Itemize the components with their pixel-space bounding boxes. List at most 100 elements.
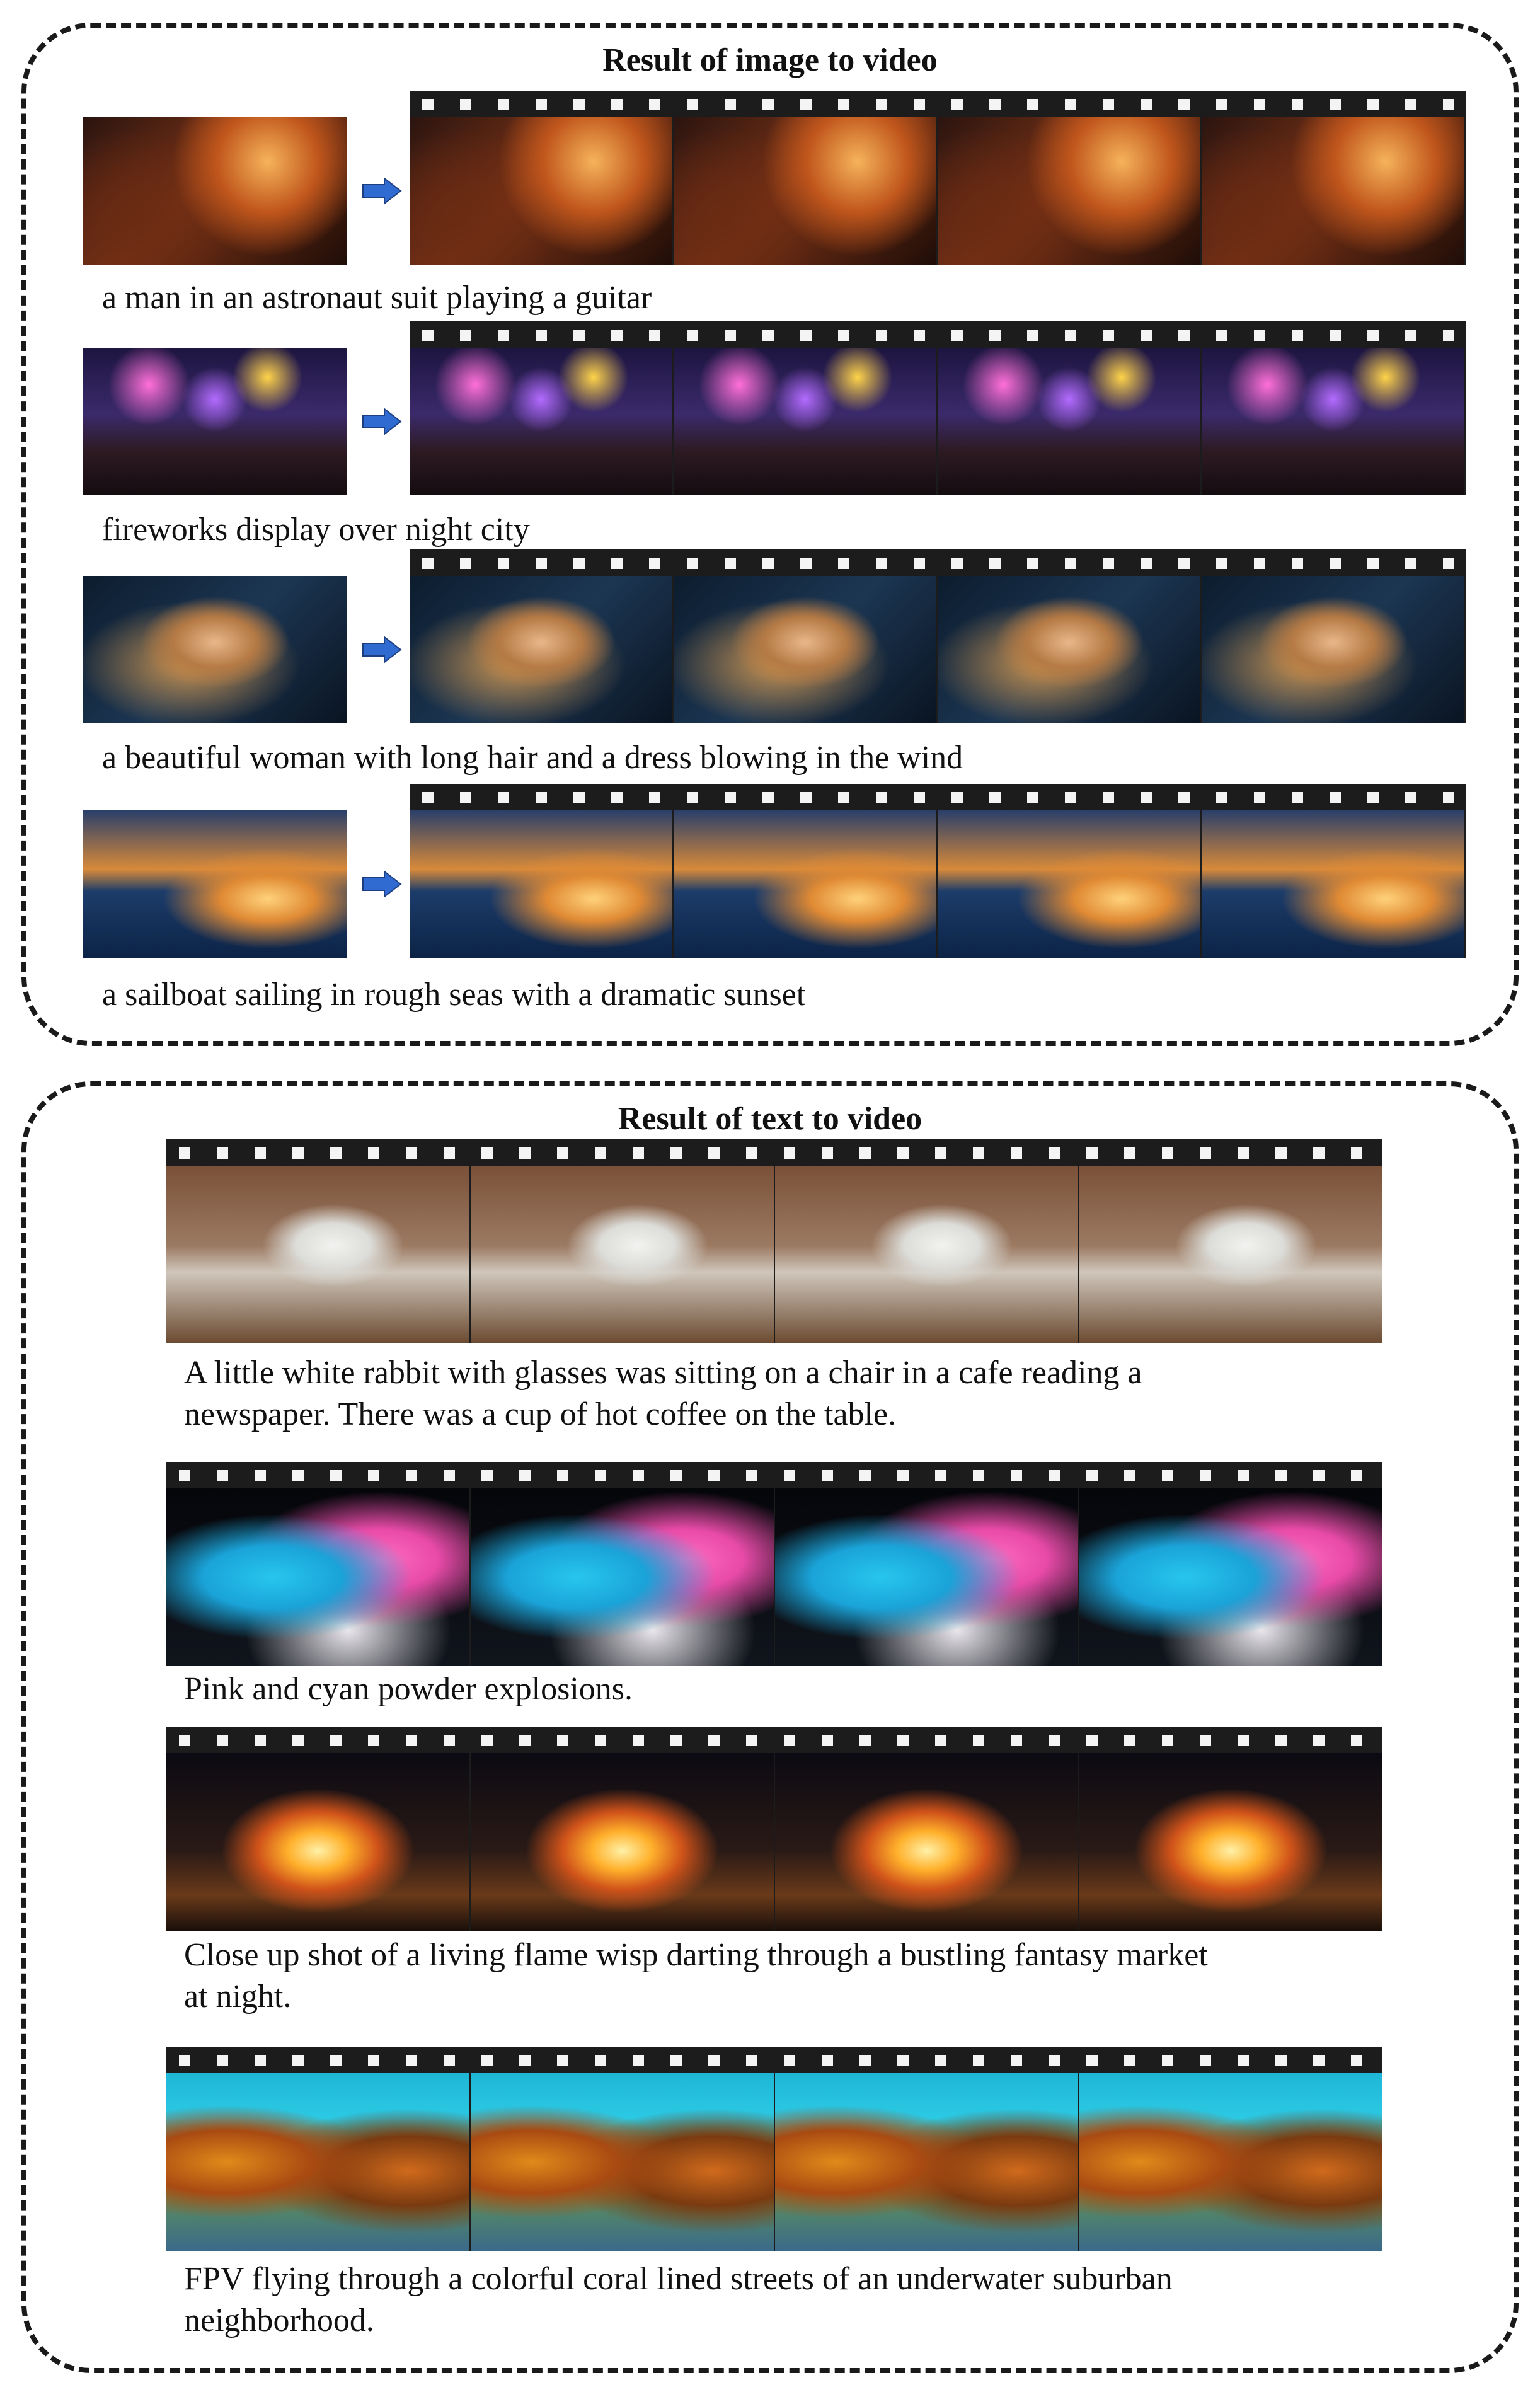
flame-scene-image <box>471 1753 774 1931</box>
input-image <box>83 810 347 958</box>
astronaut-scene-image <box>938 117 1200 265</box>
video-frame <box>1202 117 1464 265</box>
video-frame <box>775 1166 1078 1343</box>
video-frame <box>938 576 1200 723</box>
video-frame <box>410 117 672 265</box>
woman-scene-image <box>1202 576 1464 723</box>
woman-scene-image <box>410 576 672 723</box>
flame-scene-image <box>166 1753 469 1931</box>
woman-scene-image <box>83 576 347 723</box>
fireworks-scene-image <box>674 348 936 495</box>
flame-scene-image <box>1079 1753 1382 1931</box>
caption: a sailboat sailing in rough seas with a … <box>102 977 806 1013</box>
caption: FPV flying through a colorful coral line… <box>184 2261 1173 2338</box>
video-frame <box>1202 348 1464 495</box>
video-frame <box>938 348 1200 495</box>
film-strip <box>166 1139 1382 1343</box>
rabbit-scene-image <box>775 1166 1078 1343</box>
film-strip <box>410 321 1466 495</box>
arrow-right-icon <box>362 870 402 898</box>
sailboat-scene-image <box>1202 810 1464 958</box>
video-frame <box>471 2073 774 2251</box>
video-frame <box>938 117 1200 265</box>
video-frame <box>1202 810 1464 958</box>
fireworks-scene-image <box>410 348 672 495</box>
video-frame <box>1202 576 1464 723</box>
film-strip <box>166 1462 1382 1666</box>
powder-scene-image <box>471 1488 774 1666</box>
caption: A little white rabbit with glasses was s… <box>184 1355 1142 1432</box>
film-strip <box>410 784 1466 958</box>
input-image <box>83 576 347 723</box>
video-frame <box>1079 1488 1382 1666</box>
video-frame <box>166 1753 469 1931</box>
video-frame <box>166 1488 469 1666</box>
video-frame <box>471 1488 774 1666</box>
image-to-video-title: Result of image to video <box>602 42 938 78</box>
film-strip <box>410 549 1466 723</box>
astronaut-scene-image <box>1202 117 1464 265</box>
video-frame <box>1079 1166 1382 1343</box>
film-sprockets <box>410 91 1466 117</box>
fireworks-scene-image <box>83 348 347 495</box>
coral-scene-image <box>471 2073 774 2251</box>
video-frame <box>674 117 936 265</box>
woman-scene-image <box>938 576 1200 723</box>
sailboat-scene-image <box>83 810 347 958</box>
input-image <box>83 348 347 495</box>
rabbit-scene-image <box>1079 1166 1382 1343</box>
rabbit-scene-image <box>471 1166 774 1343</box>
film-strip <box>166 2047 1382 2251</box>
arrow-right-icon <box>362 636 402 664</box>
video-frame <box>166 1166 469 1343</box>
video-frame <box>471 1166 774 1343</box>
powder-scene-image <box>1079 1488 1382 1666</box>
video-frame <box>674 576 936 723</box>
film-strip <box>410 91 1466 265</box>
sailboat-scene-image <box>938 810 1200 958</box>
video-frame <box>674 810 936 958</box>
coral-scene-image <box>775 2073 1078 2251</box>
caption: a man in an astronaut suit playing a gui… <box>102 280 652 316</box>
film-sprockets <box>410 784 1466 810</box>
astronaut-scene-image <box>410 117 672 265</box>
sailboat-scene-image <box>410 810 672 958</box>
input-image <box>83 117 347 265</box>
video-frame <box>166 2073 469 2251</box>
woman-scene-image <box>674 576 936 723</box>
fireworks-scene-image <box>1202 348 1464 495</box>
powder-scene-image <box>166 1488 469 1666</box>
sailboat-scene-image <box>674 810 936 958</box>
text-to-video-title: Result of text to video <box>618 1101 922 1137</box>
astronaut-scene-image <box>83 117 347 265</box>
coral-scene-image <box>1079 2073 1382 2251</box>
arrow-right-icon <box>362 408 402 435</box>
video-frame <box>471 1753 774 1931</box>
fireworks-scene-image <box>938 348 1200 495</box>
video-frame <box>775 2073 1078 2251</box>
caption: Close up shot of a living flame wisp dar… <box>184 1937 1208 2015</box>
film-sprockets <box>166 1727 1382 1753</box>
coral-scene-image <box>166 2073 469 2251</box>
video-frame <box>775 1488 1078 1666</box>
video-frame <box>775 1753 1078 1931</box>
caption: fireworks display over night city <box>102 512 530 548</box>
film-sprockets <box>166 2047 1382 2073</box>
video-frame <box>1079 2073 1382 2251</box>
video-frame <box>674 348 936 495</box>
video-frame <box>410 348 672 495</box>
astronaut-scene-image <box>674 117 936 265</box>
arrow-right-icon <box>362 177 402 205</box>
film-sprockets <box>410 321 1466 348</box>
video-frame <box>410 810 672 958</box>
caption: Pink and cyan powder explosions. <box>184 1671 633 1707</box>
film-sprockets <box>166 1139 1382 1166</box>
caption: a beautiful woman with long hair and a d… <box>102 740 963 776</box>
film-sprockets <box>410 549 1466 576</box>
flame-scene-image <box>775 1753 1078 1931</box>
film-strip <box>166 1727 1382 1931</box>
video-frame <box>410 576 672 723</box>
video-frame <box>938 810 1200 958</box>
video-frame <box>1079 1753 1382 1931</box>
film-sprockets <box>166 1462 1382 1488</box>
